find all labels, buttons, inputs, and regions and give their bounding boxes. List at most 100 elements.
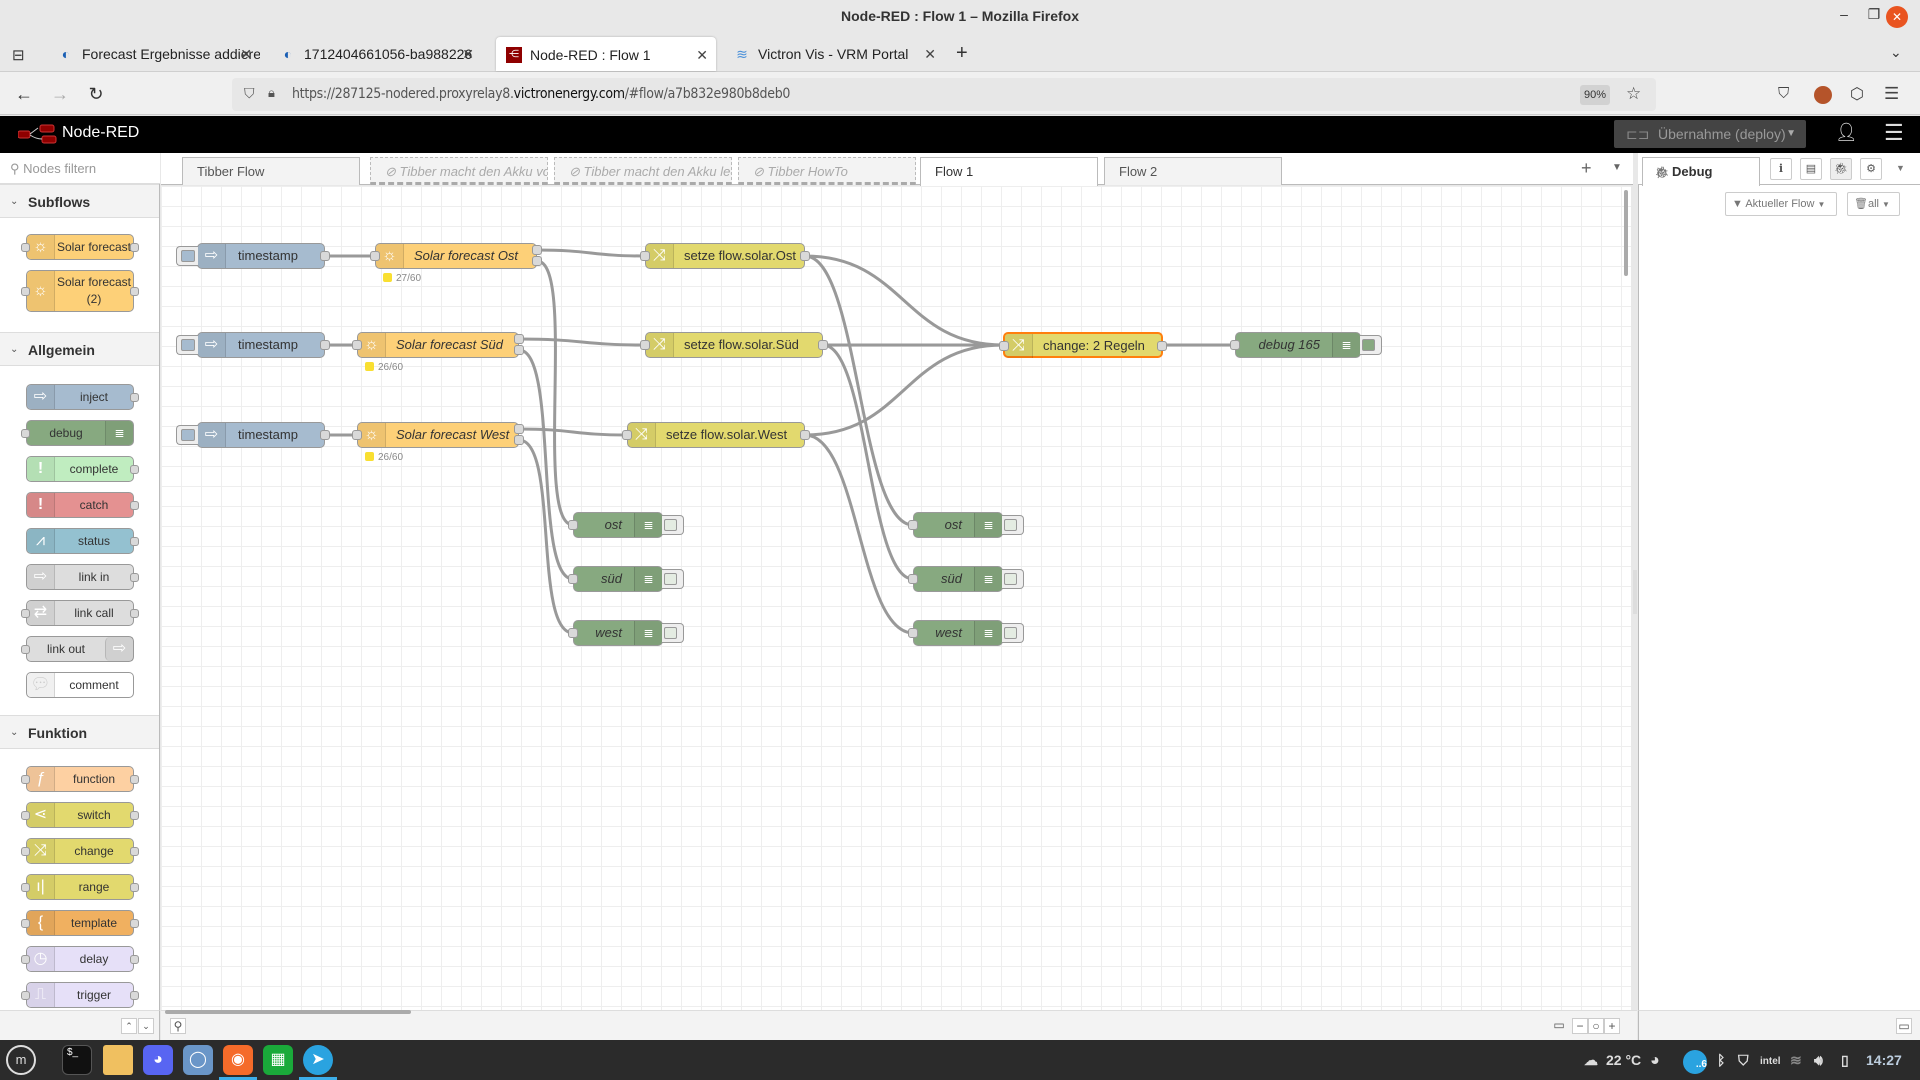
wire[interactable] [536,248,646,258]
discord-tray-icon[interactable]: ◕ [1650,1052,1660,1070]
palette-filter-input[interactable]: ⚲ Nodes filtern [0,153,160,184]
collapse-all-icon[interactable]: ⌃ [121,1018,137,1034]
debug-node[interactable]: ≣ debug 165 [1230,332,1382,358]
browser-tab[interactable]: ◐ 1712404661056-ba988226 ✕ [270,36,482,72]
discord-icon[interactable]: ◕ [143,1045,173,1075]
profile-avatar[interactable] [1814,86,1832,104]
debug-bug-icon[interactable]: 🐞︎ [1830,158,1852,180]
main-menu-icon[interactable]: ☰ [1884,120,1904,146]
change-node[interactable]: ⤨ setze flow.solar.Süd [640,332,828,358]
sidebar-dropdown-icon[interactable]: ▼ [1896,163,1905,173]
palette-node-trigger[interactable]: ⎍ trigger [21,982,139,1008]
wire[interactable] [804,433,914,635]
weather-temp[interactable]: 22 °C [1606,1052,1641,1068]
wire[interactable] [804,254,914,527]
canvas-vertical-scrollbar[interactable] [1624,190,1628,276]
zoom-in-button[interactable]: + [1604,1018,1620,1034]
input-port[interactable] [568,520,578,530]
zoom-out-button[interactable]: − [1572,1018,1588,1034]
wire[interactable] [518,427,628,437]
close-tab-icon[interactable]: ✕ [696,37,708,71]
palette-category-allgemein[interactable]: ⌄ Allgemein [0,332,159,366]
change-node[interactable]: ⤨ change: 2 Regeln [999,332,1167,358]
input-port[interactable] [999,341,1009,351]
tab-overview-icon[interactable]: ⊟ [12,46,25,64]
spreadsheet-icon[interactable]: ▦ [263,1045,293,1075]
palette-node-status[interactable]: ⩘ status [26,528,139,554]
workspace-tab-disabled[interactable]: ⊘ Tibber macht den Akku leer [554,157,732,185]
chromium-icon[interactable]: ◯ [183,1045,213,1075]
url-text[interactable]: https://287125-nodered.proxyrelay8.victr… [292,86,790,102]
workspace-tab-disabled[interactable]: ⊘ Tibber macht den Akku voll [370,157,548,185]
close-window-button[interactable]: ✕ [1886,6,1908,28]
add-flow-button[interactable]: + [1581,158,1592,179]
shield-tray-icon[interactable]: ⛉ [1738,1052,1749,1069]
subflow-node[interactable]: ☼ Solar forecast Süd [352,332,524,358]
extensions-icon[interactable]: ⬡ [1850,84,1864,104]
reload-button[interactable]: ↻ [84,84,108,104]
browser-tab-active[interactable]: ⋲ Node-RED : Flow 1 ✕ [496,37,716,71]
palette-node-switch[interactable]: ⋖ switch [21,802,139,828]
wire[interactable] [804,343,1004,437]
pocket-icon[interactable]: ⛉ [1778,85,1789,102]
gear-icon[interactable]: ⚙ [1860,158,1882,180]
palette-node-link-in[interactable]: ⇨ link in [26,564,139,590]
maximize-button[interactable]: ❐ [1862,6,1886,23]
output-port[interactable] [320,430,330,440]
zoom-reset-button[interactable]: ○ [1588,1018,1604,1034]
back-button[interactable]: ← [12,84,36,104]
inject-trigger-button[interactable] [176,246,198,266]
palette-node-catch[interactable]: ! catch [26,492,139,518]
shield-icon[interactable]: ⛉ [244,85,255,102]
battery-icon[interactable]: ▯ [1841,1052,1849,1069]
inject-trigger-button[interactable] [176,425,198,445]
input-port[interactable] [908,520,918,530]
output-port[interactable] [320,340,330,350]
bluetooth-icon[interactable]: ᛒ [1717,1052,1725,1068]
inject-node[interactable]: ⇨ timestamp [176,332,330,358]
debug-toggle-button[interactable] [662,569,684,589]
weather-icon[interactable]: ☁ [1584,1052,1598,1069]
output-port[interactable] [514,334,524,344]
palette-category-subflows[interactable]: ⌄ Subflows [0,184,159,218]
input-port[interactable] [640,340,650,350]
output-port[interactable] [800,430,810,440]
palette-node-range[interactable]: ı| range [21,874,139,900]
deploy-dropdown-icon[interactable]: ▼ [1786,120,1796,148]
subflow-node[interactable]: ☼ Solar forecast Ost [370,243,542,269]
flow-canvas[interactable]: ⇨ timestamp ⇨ timestamp ⇨ timestamp 27/60 ☼ Sola… [161,186,1631,1010]
debug-clear-dropdown[interactable]: 🗑︎all ▼ [1847,192,1900,216]
inject-node[interactable]: ⇨ timestamp [176,422,330,448]
workspace-tab[interactable]: Tibber Flow [182,157,360,185]
palette-node-template[interactable]: {template [21,910,139,936]
help-book-icon[interactable]: ▤ [1800,158,1822,180]
workspace-tab[interactable]: Flow 2 [1104,157,1282,185]
intel-icon[interactable]: intel [1760,1056,1781,1067]
debug-toggle-button[interactable] [662,515,684,535]
input-port[interactable] [352,340,362,350]
deploy-button[interactable]: ⊏⊐ Übernahme (deploy) ▼ [1614,120,1806,148]
debug-toggle-button[interactable] [1002,569,1024,589]
debug-node[interactable]: ≣ süd [568,566,684,592]
palette-node-solar-forecast[interactable]: ☼ Solar forecast [21,234,139,260]
input-port[interactable] [352,430,362,440]
input-port[interactable] [908,628,918,638]
debug-node[interactable]: ≣ ost [568,512,684,538]
palette-node-change[interactable]: ⤨ change [21,838,139,864]
wifi-icon[interactable]: ≋ [1790,1052,1802,1069]
output-port[interactable] [514,424,524,434]
info-icon[interactable]: i [1770,158,1792,180]
volume-icon[interactable]: 🔊︎ [1814,1052,1823,1069]
minimize-button[interactable]: – [1832,6,1856,22]
workspace-tab-disabled[interactable]: ⊘ Tibber HowTo [738,157,916,185]
debug-node[interactable]: ≣ west [908,620,1024,646]
wire[interactable] [804,254,1004,347]
output-port[interactable] [532,256,542,266]
new-tab-button[interactable]: + [956,42,968,65]
inject-node[interactable]: ⇨ timestamp [176,243,330,269]
output-port[interactable] [800,251,810,261]
debug-filter-dropdown[interactable]: ▼ Aktueller Flow ▼ [1725,192,1837,216]
debug-toggle-button[interactable] [1002,515,1024,535]
debug-node[interactable]: ≣ süd [908,566,1024,592]
input-port[interactable] [622,430,632,440]
